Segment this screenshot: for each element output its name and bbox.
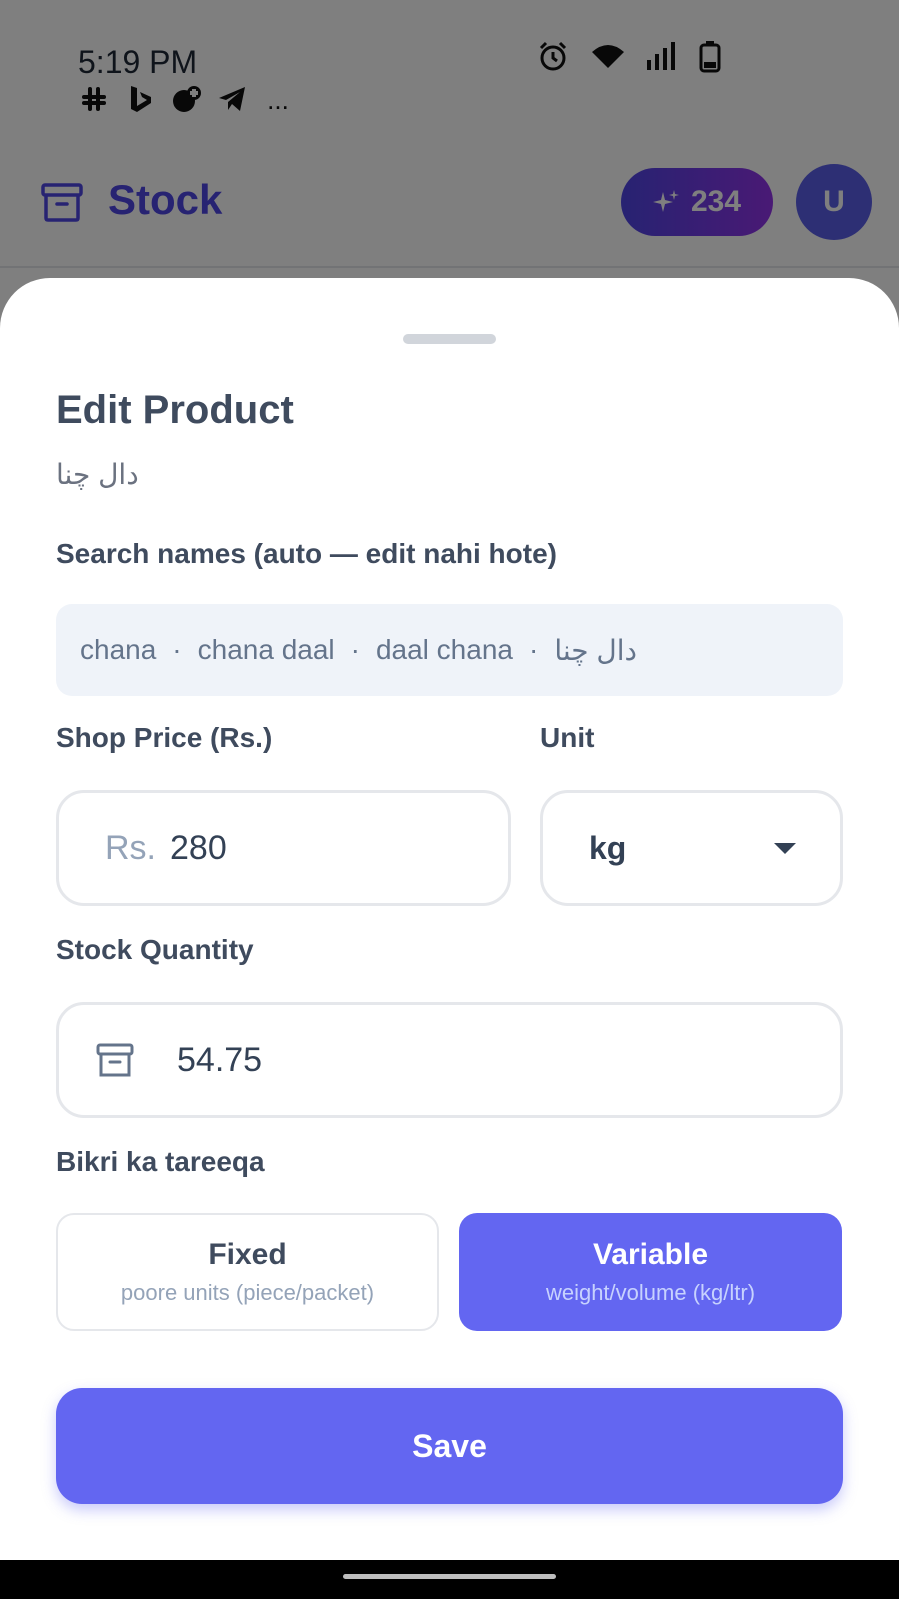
price-field[interactable]: Rs. 280 xyxy=(56,790,511,906)
sale-method-variable-button[interactable]: Variable weight/volume (kg/ltr) xyxy=(459,1213,842,1331)
product-name: دال چنا xyxy=(56,459,139,490)
price-label: Shop Price (Rs.) xyxy=(56,722,273,753)
search-names-label: Search names (auto — edit nahi hote) xyxy=(56,538,557,569)
search-name-item: chana xyxy=(80,634,157,665)
price-prefix: Rs. xyxy=(105,828,156,867)
method-subtitle: poore units (piece/packet) xyxy=(120,1280,375,1305)
sheet-title: Edit Product xyxy=(56,388,294,432)
sale-method-label: Bikri ka tareeqa xyxy=(56,1146,265,1177)
navigation-bar xyxy=(0,1560,899,1599)
separator: · xyxy=(350,634,360,665)
sale-method-fixed-button[interactable]: Fixed poore units (piece/packet) xyxy=(56,1213,439,1331)
method-subtitle: weight/volume (kg/ltr) xyxy=(545,1280,756,1305)
unit-label: Unit xyxy=(540,722,595,753)
search-names-box: chana · chana daal · daal chana · دال چن… xyxy=(56,604,843,696)
unit-value: kg xyxy=(589,829,627,866)
separator: · xyxy=(172,634,182,665)
chevron-down-icon xyxy=(774,843,796,854)
method-title: Variable xyxy=(592,1238,709,1271)
search-name-item: دال چنا xyxy=(554,634,637,666)
unit-select[interactable]: kg xyxy=(540,790,843,906)
method-title: Fixed xyxy=(208,1238,287,1271)
stock-quantity-field[interactable]: 54.75 xyxy=(56,1002,843,1118)
edit-product-sheet: Edit Product دال چنا Search names (auto … xyxy=(0,278,899,1560)
stock-quantity-label: Stock Quantity xyxy=(56,934,254,965)
save-button[interactable]: Save xyxy=(56,1388,843,1504)
search-name-item: chana daal xyxy=(197,634,335,665)
separator: · xyxy=(528,634,539,665)
stock-quantity-value[interactable]: 54.75 xyxy=(177,1041,262,1080)
home-indicator[interactable] xyxy=(343,1574,556,1579)
archive-box-icon xyxy=(96,1043,134,1077)
drag-handle[interactable] xyxy=(403,334,496,344)
price-value[interactable]: 280 xyxy=(170,829,227,868)
search-name-item: daal chana xyxy=(375,634,513,665)
